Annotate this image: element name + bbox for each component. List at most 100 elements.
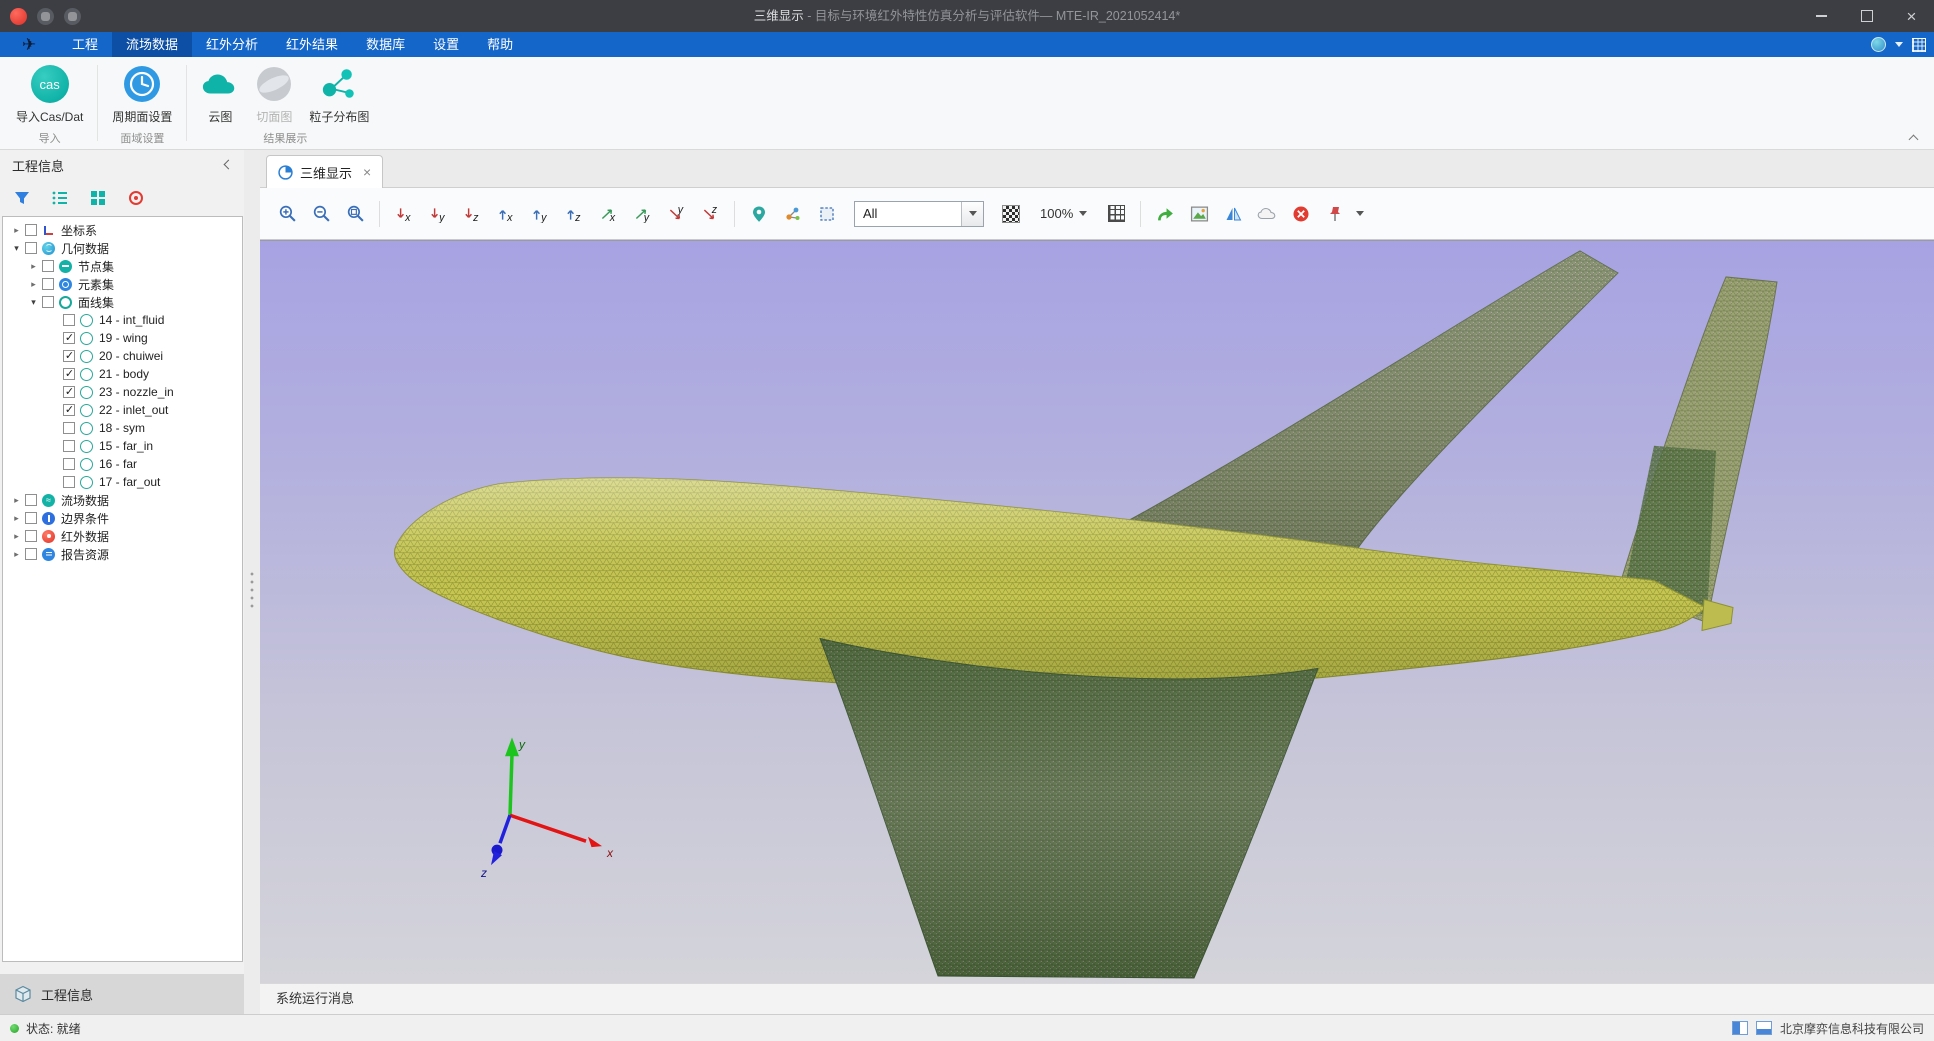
cloud-map-button[interactable]: 云图 — [201, 65, 239, 125]
view-axis-button-10[interactable]: z — [697, 201, 723, 227]
tree-item-infrared-data[interactable]: 红外数据 — [3, 527, 242, 545]
view-axis-button-2[interactable]: y — [425, 201, 451, 227]
menubar-dropdown-icon[interactable] — [1895, 42, 1903, 47]
tree-item-checkbox[interactable] — [63, 440, 75, 452]
close-button[interactable] — [1889, 0, 1934, 32]
combo-dropdown-button[interactable] — [961, 202, 983, 226]
view-axis-button-1[interactable]: x — [391, 201, 417, 227]
tree-item-surface-int-fluid[interactable]: 14 - int_fluid — [3, 311, 242, 329]
menu-item-project[interactable]: 工程 — [58, 32, 112, 57]
zoom-in-button[interactable] — [274, 201, 300, 227]
panel-splitter[interactable] — [244, 150, 260, 1014]
tree-item-checkbox[interactable] — [25, 242, 37, 254]
grid-toggle-button[interactable] — [1103, 201, 1129, 227]
tree-item-checkbox[interactable] — [25, 224, 37, 236]
titlebar-quick-button-1[interactable] — [37, 8, 54, 25]
periodic-face-settings-button[interactable]: 周期面设置 — [112, 65, 172, 125]
tree-item-checkbox[interactable] — [63, 386, 75, 398]
tree-item-checkbox[interactable] — [63, 350, 75, 362]
ribbon-collapse-chevron-icon[interactable] — [1909, 133, 1918, 142]
tree-item-checkbox[interactable] — [63, 476, 75, 488]
zoom-fit-button[interactable] — [342, 201, 368, 227]
display-filter-combobox[interactable]: All — [854, 201, 984, 227]
aircraft-model[interactable] — [394, 251, 1777, 978]
import-cas-dat-button[interactable]: cas 导入Cas/Dat — [16, 65, 83, 125]
tree-item-checkbox[interactable] — [63, 332, 75, 344]
clip-dropdown-icon[interactable] — [1356, 211, 1364, 216]
tree-item-checkbox[interactable] — [25, 530, 37, 542]
tree-item-surface-chuiwei[interactable]: 20 - chuiwei — [3, 347, 242, 365]
system-message-bar[interactable]: 系统运行消息 — [260, 983, 1934, 1014]
tree-item-checkbox[interactable] — [63, 368, 75, 380]
tree-item-checkbox[interactable] — [25, 494, 37, 506]
tree-item-face-set[interactable]: 面线集 — [3, 293, 242, 311]
tree-item-report-resources[interactable]: 报告资源 — [3, 545, 242, 563]
layout-toggle-icon-2[interactable] — [1756, 1021, 1772, 1035]
project-info-bottom-tab[interactable]: 工程信息 — [0, 974, 260, 1014]
filter-funnel-icon[interactable] — [12, 188, 32, 208]
view-axis-button-7[interactable]: x — [595, 201, 621, 227]
menu-item-ir-analysis[interactable]: 红外分析 — [192, 32, 272, 57]
tree-item-surface-sym[interactable]: 18 - sym — [3, 419, 242, 437]
export-button[interactable] — [1152, 201, 1178, 227]
expand-arrow-icon[interactable] — [10, 531, 23, 542]
menu-item-database[interactable]: 数据库 — [352, 32, 419, 57]
tree-item-checkbox[interactable] — [42, 278, 54, 290]
molecule-button[interactable] — [780, 201, 806, 227]
tree-item-surface-far-in[interactable]: 15 - far_in — [3, 437, 242, 455]
menu-item-settings[interactable]: 设置 — [419, 32, 473, 57]
tree-item-geometry-data[interactable]: 几何数据 — [3, 239, 242, 257]
zoom-out-button[interactable] — [308, 201, 334, 227]
app-badge-icon[interactable] — [10, 8, 27, 25]
titlebar-quick-button-2[interactable] — [64, 8, 81, 25]
tree-item-surface-far[interactable]: 16 - far — [3, 455, 242, 473]
zoom-level-dropdown[interactable]: 100% — [1032, 201, 1095, 227]
expand-arrow-icon[interactable] — [10, 495, 23, 506]
clip-pin-button[interactable] — [1322, 201, 1348, 227]
viewport-3d[interactable]: y x z — [260, 240, 1934, 983]
menubar-grid-icon[interactable] — [1912, 38, 1926, 52]
mirror-button[interactable] — [1220, 201, 1246, 227]
box-select-button[interactable] — [814, 201, 840, 227]
smooth-cloud-button[interactable] — [1254, 201, 1280, 227]
expand-arrow-icon[interactable] — [27, 279, 40, 290]
tree-item-surface-far-out[interactable]: 17 - far_out — [3, 473, 242, 491]
tree-item-checkbox[interactable] — [42, 296, 54, 308]
collapse-arrow-icon[interactable] — [10, 243, 23, 254]
tree-item-surface-nozzle-in[interactable]: 23 - nozzle_in — [3, 383, 242, 401]
tab-3d-display[interactable]: 三维显示 — [266, 155, 383, 188]
locate-pin-button[interactable] — [746, 201, 772, 227]
tree-item-node-set[interactable]: 节点集 — [3, 257, 242, 275]
view-axis-button-4[interactable]: x — [493, 201, 519, 227]
tree-item-checkbox[interactable] — [25, 512, 37, 524]
tree-item-flowfield-data[interactable]: 流场数据 — [3, 491, 242, 509]
expand-arrow-icon[interactable] — [10, 549, 23, 560]
tree-item-checkbox[interactable] — [63, 314, 75, 326]
list-view-icon[interactable] — [50, 188, 70, 208]
tab-close-icon[interactable] — [363, 165, 371, 179]
menubar-circle-icon[interactable] — [1871, 37, 1886, 52]
tree-item-surface-wing[interactable]: 19 - wing — [3, 329, 242, 347]
tree-item-surface-inlet-out[interactable]: 22 - inlet_out — [3, 401, 242, 419]
expand-arrow-icon[interactable] — [10, 225, 23, 236]
target-icon[interactable] — [126, 188, 146, 208]
dither-quality-button[interactable] — [998, 201, 1024, 227]
tree-item-boundary-conditions[interactable]: 边界条件 — [3, 509, 242, 527]
tree-item-checkbox[interactable] — [63, 458, 75, 470]
maximize-button[interactable] — [1844, 0, 1889, 32]
panel-collapse-icon[interactable] — [220, 158, 234, 172]
tree-item-checkbox[interactable] — [42, 260, 54, 272]
tree-item-checkbox[interactable] — [63, 422, 75, 434]
viewport-canvas[interactable]: y x z — [260, 241, 1934, 983]
tree-item-coordinate-system[interactable]: 坐标系 — [3, 221, 242, 239]
view-axis-button-3[interactable]: z — [459, 201, 485, 227]
menu-item-flowfield-data[interactable]: 流场数据 — [112, 32, 192, 57]
expand-arrow-icon[interactable] — [10, 513, 23, 524]
layout-toggle-icon-1[interactable] — [1732, 1021, 1748, 1035]
view-axis-button-5[interactable]: y — [527, 201, 553, 227]
particle-distribution-button[interactable]: 粒子分布图 — [309, 65, 369, 125]
menu-item-ir-results[interactable]: 红外结果 — [272, 32, 352, 57]
view-axis-button-8[interactable]: y — [629, 201, 655, 227]
tree-item-checkbox[interactable] — [63, 404, 75, 416]
cancel-button[interactable] — [1288, 201, 1314, 227]
